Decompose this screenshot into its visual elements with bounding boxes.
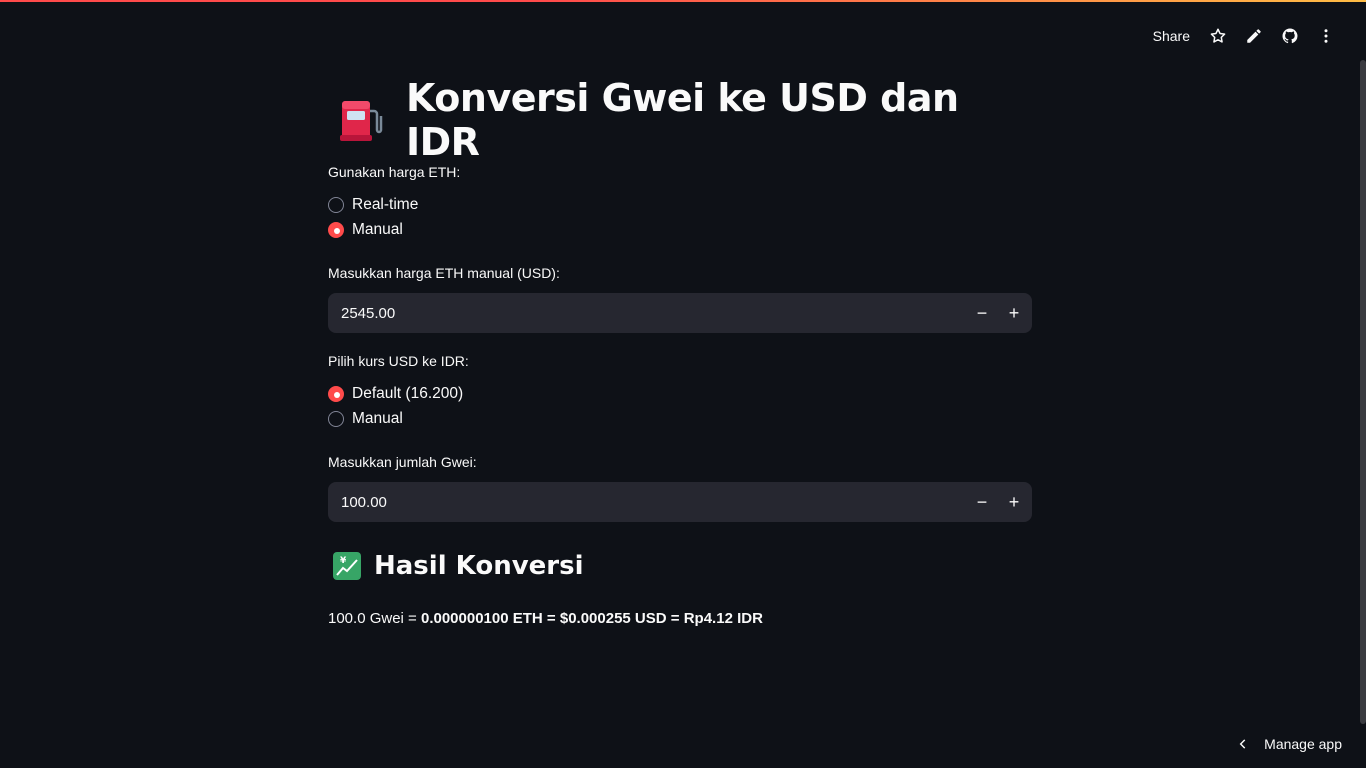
radio-label: Real-time xyxy=(352,195,419,213)
more-vertical-icon[interactable] xyxy=(1308,18,1344,54)
gwei-input-container: − + xyxy=(328,482,1032,522)
eth-price-input[interactable] xyxy=(328,304,966,322)
github-icon[interactable] xyxy=(1272,18,1308,54)
eth-manual-label: Masukkan harga ETH manual (USD): xyxy=(328,265,560,281)
page-title-text: Konversi Gwei ke USD dan IDR xyxy=(406,76,959,164)
radio-circle-selected[interactable] xyxy=(328,385,344,402)
radio-label: Manual xyxy=(352,409,403,427)
radio-rate-default[interactable]: Default (16.200) xyxy=(328,381,1032,406)
eth-price-input-container: − + xyxy=(328,293,1032,333)
decrement-button[interactable]: − xyxy=(966,482,998,522)
manage-app-label: Manage app xyxy=(1264,736,1342,752)
radio-circle-selected[interactable] xyxy=(328,221,344,238)
eth-price-label: Gunakan harga ETH: xyxy=(328,164,461,180)
radio-eth-realtime[interactable]: Real-time xyxy=(328,192,1032,217)
star-icon[interactable] xyxy=(1200,18,1236,54)
radio-label: Default (16.200) xyxy=(352,384,464,402)
result-prefix: 100.0 Gwei = xyxy=(328,610,421,627)
increment-button[interactable]: + xyxy=(998,293,1030,333)
page-title: Konversi Gwei ke USD dan IDR xyxy=(328,76,1032,164)
result-heading-text: Hasil Konversi xyxy=(374,551,584,581)
share-button[interactable]: Share xyxy=(1143,28,1200,44)
app-header: Share xyxy=(1143,18,1344,54)
result-sep: = xyxy=(666,610,684,627)
svg-text:¥: ¥ xyxy=(340,556,347,566)
chart-yen-icon: ¥ xyxy=(332,551,362,581)
gwei-label: Masukkan jumlah Gwei: xyxy=(328,454,477,470)
pencil-icon[interactable] xyxy=(1236,18,1272,54)
chevron-left-icon xyxy=(1239,739,1246,749)
radio-eth-manual[interactable]: Manual xyxy=(328,217,1032,242)
radio-label: Manual xyxy=(352,220,403,238)
main-content: Konversi Gwei ke USD dan IDR Gunakan har… xyxy=(328,76,1032,627)
gwei-input[interactable] xyxy=(328,493,966,511)
result-idr: Rp4.12 IDR xyxy=(683,610,763,627)
rate-label: Pilih kurs USD ke IDR: xyxy=(328,353,469,369)
radio-rate-manual[interactable]: Manual xyxy=(328,406,1032,431)
result-eth: 0.000000100 ETH xyxy=(420,610,543,627)
result-usd: $0.000255 USD xyxy=(559,610,667,627)
fuel-pump-icon xyxy=(338,97,384,143)
result-heading: ¥ Hasil Konversi xyxy=(328,546,1032,586)
radio-circle[interactable] xyxy=(328,410,344,427)
radio-circle[interactable] xyxy=(328,196,344,213)
increment-button[interactable]: + xyxy=(998,482,1030,522)
top-decoration-bar xyxy=(0,0,1366,2)
result-sep: = xyxy=(542,610,560,627)
decrement-button[interactable]: − xyxy=(966,293,998,333)
result-text: 100.0 Gwei = 0.000000100 ETH = $0.000255… xyxy=(328,610,1032,627)
manage-app-button[interactable]: Manage app xyxy=(1236,734,1342,754)
scrollbar[interactable] xyxy=(1360,60,1366,724)
